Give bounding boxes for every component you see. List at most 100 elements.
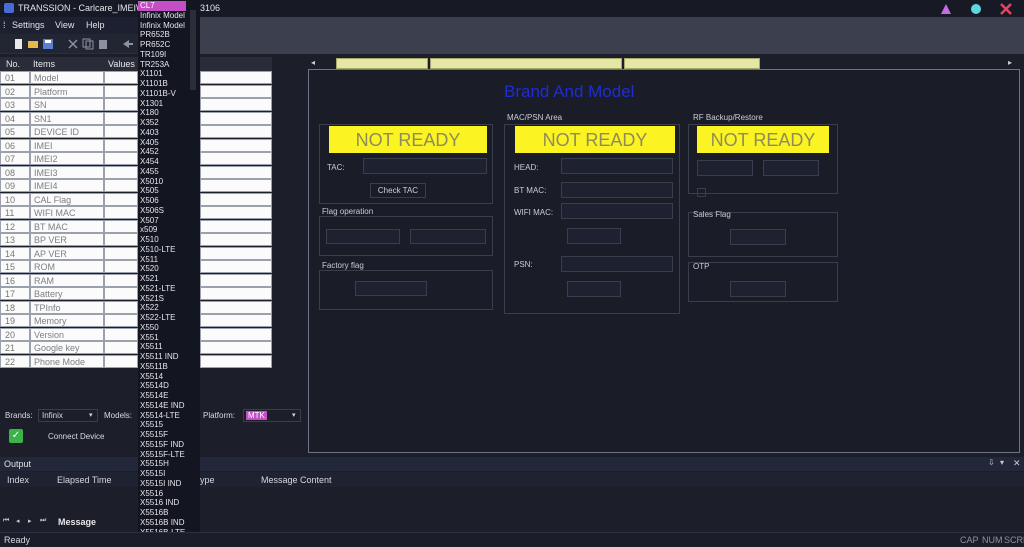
first-icon[interactable]: ⏮ — [3, 517, 9, 525]
model-list-item[interactable]: PR652C — [138, 40, 188, 50]
row-value-ext[interactable] — [200, 192, 272, 206]
model-list-item[interactable]: X511 — [138, 255, 188, 265]
model-list-item[interactable]: X5515I IND — [138, 479, 188, 489]
tab-scroll-right-icon[interactable]: ▸ — [1008, 58, 1012, 67]
copy-icon[interactable] — [82, 38, 94, 50]
row-value-ext[interactable] — [200, 206, 272, 219]
model-list-item[interactable]: X522-LTE — [138, 313, 188, 323]
model-list-item[interactable]: X5514E IND — [138, 401, 188, 411]
model-list-scrollbar[interactable] — [190, 10, 196, 90]
psn-action-field[interactable] — [567, 281, 621, 297]
model-list-item[interactable]: Infinix Model — [138, 21, 188, 31]
row-value[interactable] — [104, 192, 138, 206]
rf-restore-field[interactable] — [763, 160, 819, 176]
model-list-item[interactable]: X5515F — [138, 430, 188, 440]
table-row[interactable]: 11 WIFI MAC — [0, 206, 272, 219]
model-list-item[interactable]: X5515H — [138, 459, 188, 469]
row-value-ext[interactable] — [200, 152, 272, 165]
table-row[interactable]: 03 SN — [0, 98, 272, 111]
model-list-item[interactable]: X551 — [138, 333, 188, 343]
model-list-item[interactable]: X403 — [138, 128, 188, 138]
model-list-item[interactable]: X5515F IND — [138, 440, 188, 450]
model-list-item[interactable]: X5514-LTE — [138, 411, 188, 421]
model-list-item[interactable]: x509 — [138, 225, 188, 235]
row-value[interactable] — [104, 206, 138, 219]
save-icon[interactable] — [42, 38, 54, 50]
mac-action-field[interactable] — [567, 228, 621, 244]
row-value-ext[interactable] — [200, 71, 272, 84]
model-list-item[interactable]: X5514E — [138, 391, 188, 401]
model-list-item[interactable]: X550 — [138, 323, 188, 333]
otp-field[interactable] — [730, 281, 786, 297]
table-row[interactable]: 22 Phone Mode — [0, 354, 272, 368]
message-tab[interactable]: Message — [58, 517, 96, 527]
cut-icon[interactable] — [67, 38, 79, 50]
rf-backup-field[interactable] — [697, 160, 753, 176]
model-list-item[interactable]: X510 — [138, 235, 188, 245]
table-row[interactable]: 06 IMEI — [0, 138, 272, 152]
prev-icon[interactable]: ◂ — [16, 517, 20, 525]
table-row[interactable]: 07 IMEI2 — [0, 152, 272, 165]
model-list-item[interactable]: X5514 — [138, 372, 188, 382]
row-value-ext[interactable] — [200, 219, 272, 233]
head-field[interactable] — [561, 158, 673, 174]
pin-icon[interactable]: ⇩ — [988, 458, 995, 467]
connect-device-icon[interactable]: ✓ — [9, 429, 23, 443]
dropdown-icon[interactable]: ▾ — [1000, 458, 1004, 467]
model-list-item[interactable]: X520 — [138, 264, 188, 274]
model-list-item[interactable]: X5010 — [138, 177, 188, 187]
row-value-ext[interactable] — [200, 98, 272, 111]
table-row[interactable]: 16 RAM — [0, 273, 272, 287]
maximize-icon[interactable] — [970, 3, 982, 15]
row-value-ext[interactable] — [200, 125, 272, 138]
model-list-item[interactable]: X521 — [138, 274, 188, 284]
row-value[interactable] — [104, 152, 138, 165]
wifi-mac-field[interactable] — [561, 203, 673, 219]
model-list-item[interactable]: X5516 — [138, 489, 188, 499]
row-value[interactable] — [104, 260, 138, 273]
row-value[interactable] — [104, 341, 138, 354]
row-value-ext[interactable] — [200, 341, 272, 354]
minimize-icon[interactable] — [940, 3, 952, 15]
model-list-item[interactable]: X1301 — [138, 99, 188, 109]
row-value-ext[interactable] — [200, 165, 272, 179]
model-list-item[interactable]: X1101B — [138, 79, 188, 89]
table-row[interactable]: 21 Google key — [0, 341, 272, 354]
menu-view[interactable]: View — [55, 20, 74, 30]
table-row[interactable]: 14 AP VER — [0, 246, 272, 260]
row-value[interactable] — [104, 327, 138, 341]
table-row[interactable]: 13 BP VER — [0, 233, 272, 246]
model-list-item[interactable]: TR109I — [138, 50, 188, 60]
model-list-item[interactable]: X180 — [138, 108, 188, 118]
row-value-ext[interactable] — [200, 138, 272, 152]
model-list-item[interactable]: X521S — [138, 294, 188, 304]
row-value[interactable] — [104, 179, 138, 192]
row-value-ext[interactable] — [200, 84, 272, 98]
platform-select[interactable]: MTK ▾ — [243, 409, 301, 422]
row-value-ext[interactable] — [200, 287, 272, 300]
model-list-item[interactable]: X5515I — [138, 469, 188, 479]
model-list-item[interactable]: X5515 — [138, 420, 188, 430]
row-value-ext[interactable] — [200, 327, 272, 341]
paste-icon[interactable] — [97, 38, 109, 50]
factory-flag-field[interactable] — [355, 281, 427, 296]
table-row[interactable]: 02 Platform — [0, 84, 272, 98]
brands-select[interactable]: Infinix ▾ — [38, 409, 98, 422]
table-row[interactable]: 04 SN1 — [0, 111, 272, 125]
model-list-item[interactable]: X352 — [138, 118, 188, 128]
row-value-ext[interactable] — [200, 354, 272, 368]
row-value[interactable] — [104, 138, 138, 152]
menu-help[interactable]: Help — [86, 20, 105, 30]
row-value-ext[interactable] — [200, 260, 272, 273]
rf-checkbox[interactable] — [697, 188, 706, 197]
row-value[interactable] — [104, 287, 138, 300]
table-row[interactable]: 17 Battery — [0, 287, 272, 300]
table-row[interactable]: 19 Memory — [0, 314, 272, 327]
back-icon[interactable] — [122, 38, 134, 50]
model-list-item[interactable]: X507 — [138, 216, 188, 226]
row-value-ext[interactable] — [200, 179, 272, 192]
tab-3[interactable] — [624, 58, 760, 69]
row-value-ext[interactable] — [200, 300, 272, 314]
row-value[interactable] — [104, 111, 138, 125]
table-row[interactable]: 05 DEVICE ID — [0, 125, 272, 138]
